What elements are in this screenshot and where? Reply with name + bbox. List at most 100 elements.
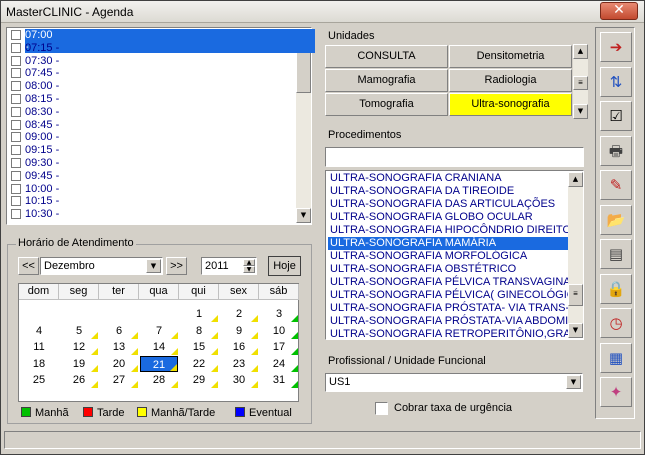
- professional-chevron-down-icon[interactable]: ▼: [566, 375, 581, 389]
- clock-icon[interactable]: ◷: [600, 308, 632, 338]
- time-slot-row[interactable]: 09:00 -: [10, 131, 298, 144]
- calendar-day[interactable]: 23: [220, 356, 258, 372]
- time-slot-checkbox[interactable]: [11, 132, 21, 143]
- calendar-day[interactable]: 20: [100, 356, 138, 372]
- calendar-day[interactable]: 11: [20, 339, 58, 355]
- time-slot-row[interactable]: 08:00 -: [10, 80, 298, 93]
- cancel-document-icon[interactable]: ✎: [600, 170, 632, 200]
- units-scroll-thumb[interactable]: ≡: [573, 76, 588, 90]
- calendar-day[interactable]: 29: [180, 372, 218, 388]
- procedure-item[interactable]: ULTRA-SONOGRAFIA RETROPERITÔNIO,GRANDES: [330, 328, 583, 339]
- time-slot-checkbox[interactable]: [11, 68, 21, 79]
- unit-button[interactable]: Mamografia: [325, 69, 448, 92]
- transfer-icon[interactable]: ⇅: [600, 66, 632, 97]
- year-up-icon[interactable]: ▲: [243, 259, 255, 266]
- calendar-day[interactable]: 14: [140, 339, 178, 355]
- chevron-down-icon[interactable]: ▼: [146, 259, 161, 273]
- calendar-day[interactable]: 8: [180, 323, 218, 339]
- calendar-day[interactable]: 19: [60, 356, 98, 372]
- time-slot-row[interactable]: 08:15 -: [10, 93, 298, 106]
- procedure-item[interactable]: ULTRA-SONOGRAFIA MORFOLÓGICA: [330, 250, 527, 263]
- procedure-item[interactable]: ULTRA-SONOGRAFIA PRÓSTATA- VIA TRANS-: [330, 302, 569, 315]
- calendar-day[interactable]: 5: [60, 323, 98, 339]
- calendar-day[interactable]: 18: [20, 356, 58, 372]
- units-scroll-down-icon[interactable]: ▼: [573, 104, 588, 119]
- calendar-day[interactable]: 28: [140, 372, 178, 388]
- procedure-list-scrollbar[interactable]: ▲ ≡ ▼: [568, 172, 583, 338]
- time-slot-row[interactable]: 10:30 -: [10, 208, 298, 221]
- calendar-day[interactable]: 1: [180, 306, 218, 322]
- calendar-day[interactable]: 2: [220, 306, 258, 322]
- time-slot-checkbox[interactable]: [11, 81, 21, 92]
- time-slot-checkbox[interactable]: [11, 183, 21, 194]
- pdf-document-icon[interactable]: ▤: [600, 239, 632, 269]
- scroll-down-arrow-icon[interactable]: ▼: [296, 208, 311, 223]
- units-scrollbar[interactable]: ▲ ≡ ▼: [573, 44, 588, 119]
- time-slot-checkbox[interactable]: [11, 30, 21, 40]
- month-select[interactable]: Dezembro ▼: [40, 257, 163, 275]
- scroll-thumb[interactable]: [296, 46, 311, 93]
- proc-scroll-up-icon[interactable]: ▲: [568, 172, 583, 187]
- building-icon[interactable]: ▦: [600, 342, 632, 373]
- unit-button[interactable]: Densitometria: [449, 45, 572, 68]
- time-slot-checkbox[interactable]: [11, 196, 21, 207]
- calendar-day[interactable]: 22: [180, 356, 218, 372]
- year-down-icon[interactable]: ▼: [243, 266, 255, 273]
- procedure-item[interactable]: ULTRA-SONOGRAFIA DAS ARTICULAÇÕES: [330, 198, 555, 211]
- time-slot-checkbox[interactable]: [11, 158, 21, 168]
- time-slot-row[interactable]: 08:30 -: [10, 106, 298, 119]
- calendar-day[interactable]: 3: [260, 306, 298, 322]
- procedure-search-input[interactable]: [325, 147, 584, 167]
- time-slot-row[interactable]: 09:15 -: [10, 144, 298, 157]
- calendar-day[interactable]: 15: [180, 339, 218, 355]
- time-slot-checkbox[interactable]: [11, 209, 21, 220]
- units-scroll-up-icon[interactable]: ▲: [573, 44, 588, 59]
- unit-button[interactable]: CONSULTA: [325, 45, 448, 68]
- time-slot-row[interactable]: 07:45 -: [10, 67, 298, 80]
- calendar-day[interactable]: 16: [220, 339, 258, 355]
- calendar-day[interactable]: 6: [100, 323, 138, 339]
- open-folder-icon[interactable]: 📂: [600, 204, 632, 235]
- year-spinner[interactable]: 2011 ▲ ▼: [201, 257, 257, 275]
- calendar-day[interactable]: 27: [100, 372, 138, 388]
- procedure-item[interactable]: ULTRA-SONOGRAFIA PRÓSTATA-VIA ABDOMINAL: [330, 315, 583, 328]
- today-button[interactable]: Hoje: [268, 256, 301, 276]
- time-slot-row[interactable]: 07:00 -: [10, 29, 315, 53]
- time-slot-checkbox[interactable]: [11, 42, 21, 53]
- professional-select[interactable]: US1 ▼: [325, 373, 583, 392]
- time-slot-row[interactable]: 09:45 -: [10, 170, 298, 183]
- calendar-day[interactable]: 26: [60, 372, 98, 388]
- unit-button[interactable]: Tomografia: [325, 93, 448, 116]
- urgency-checkbox[interactable]: [375, 402, 388, 415]
- calendar-day[interactable]: 31: [260, 372, 298, 388]
- print-icon[interactable]: 🖶: [600, 135, 632, 166]
- time-slot-checkbox[interactable]: [11, 145, 21, 156]
- procedure-item[interactable]: ULTRA-SONOGRAFIA OBSTÉTRICO: [330, 263, 516, 276]
- time-slot-row[interactable]: 08:45 -: [10, 119, 298, 132]
- calendar-day[interactable]: 12: [60, 339, 98, 355]
- procedure-item[interactable]: ULTRA-SONOGRAFIA GLOBO OCULAR: [330, 211, 533, 224]
- time-slot-checkbox[interactable]: [11, 106, 21, 117]
- proc-scroll-thumb[interactable]: ≡: [568, 284, 583, 306]
- calendar-day[interactable]: 9: [220, 323, 258, 339]
- calendar-day[interactable]: 21: [140, 355, 178, 372]
- calendar-day[interactable]: 7: [140, 323, 178, 339]
- close-button[interactable]: ✕: [600, 2, 638, 20]
- procedure-item[interactable]: ULTRA-SONOGRAFIA MAMÁRIA: [328, 237, 568, 250]
- confirm-check-icon[interactable]: ☑: [600, 101, 632, 131]
- time-slot-row[interactable]: 07:30 -: [10, 55, 298, 68]
- time-slot-row[interactable]: 10:15 -: [10, 195, 298, 208]
- time-slot-row[interactable]: 10:00 -: [10, 183, 298, 196]
- procedure-item[interactable]: ULTRA-SONOGRAFIA CRANIANA: [330, 172, 502, 185]
- calendar-day[interactable]: 17: [260, 339, 298, 355]
- new-appointment-icon[interactable]: ➔: [600, 32, 632, 62]
- lock-icon[interactable]: 🔒: [600, 273, 632, 304]
- calendar-day[interactable]: 4: [20, 323, 58, 339]
- procedure-item[interactable]: ULTRA-SONOGRAFIA DA TIREOIDE: [330, 185, 514, 198]
- time-slot-checkbox[interactable]: [11, 55, 21, 66]
- next-month-button[interactable]: >>: [166, 257, 187, 275]
- time-slot-list[interactable]: ▲ ▼ 07:00 -07:15 -07:30 -07:45 -08:00 -0…: [6, 27, 315, 225]
- calendar-day[interactable]: 30: [220, 372, 258, 388]
- calendar-day[interactable]: 13: [100, 339, 138, 355]
- procedure-item[interactable]: ULTRA-SONOGRAFIA HIPOCÔNDRIO DIREITO: [330, 224, 571, 237]
